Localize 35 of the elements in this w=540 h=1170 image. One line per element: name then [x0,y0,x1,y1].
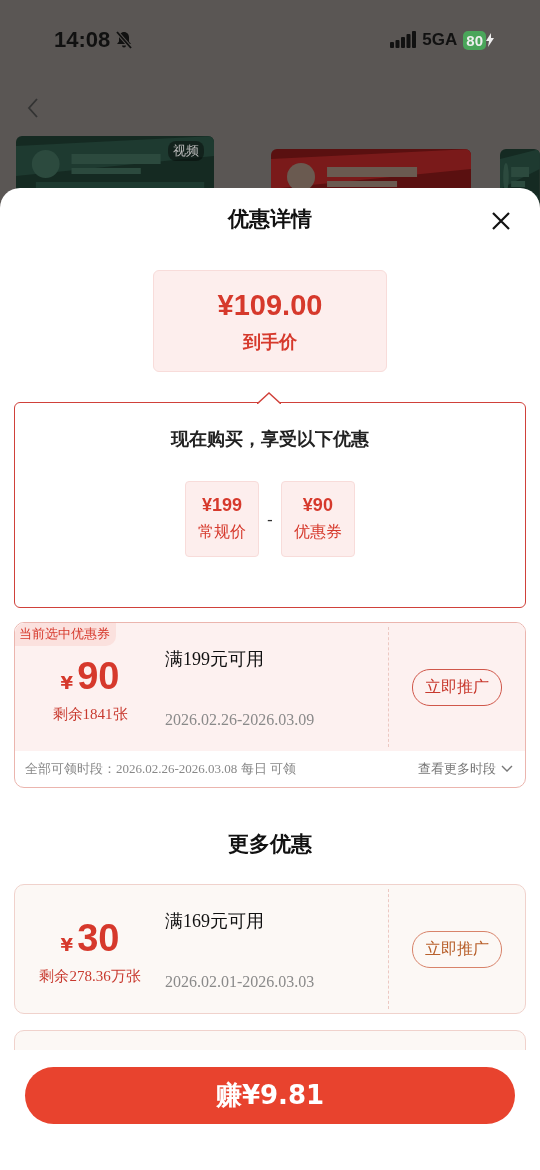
remaining-count: 剩余1841张 [52,704,128,724]
promote-button[interactable]: 立即推广 [412,668,502,706]
video-badge: 视频 [168,141,205,161]
coupon-condition: 满169元可用 [165,910,265,933]
network-label: 5GA [422,30,458,50]
chevron-down-icon [501,765,513,773]
back-icon [27,97,39,119]
minus-sign: - [267,509,273,529]
sheet-title: 优惠详情 [228,206,312,233]
final-price: ¥109.00 [217,288,323,322]
price-label: 到手价 [243,329,297,354]
battery-indicator: 80 [463,30,486,50]
clock-time: 14:08 [54,27,111,53]
signal-icon [390,31,417,49]
selected-tag: 当前选中优惠券 [15,623,116,646]
more-periods-link[interactable]: 查看更多时段 [416,758,515,780]
chip-amount: ¥90 [302,495,333,516]
remaining-count: 剩余278.36万张 [39,966,141,986]
claim-periods: 全部可领时段：2026.02.26-2026.03.08 每日 可领 [25,760,296,778]
section-title: 更多优惠 [227,831,313,858]
muted-bell-icon [114,30,135,50]
chip-label: 常规价 [198,522,247,543]
chip-label: 优惠券 [293,522,342,543]
earn-button[interactable]: 赚¥9.81 [25,1067,515,1124]
promote-button[interactable]: 立即推广 [412,930,502,968]
coupon-value: 90 [77,656,120,695]
chip-amount: ¥199 [202,495,243,516]
currency-symbol: ¥ [60,671,74,693]
coupon-condition: 满199元可用 [165,648,265,671]
validity-dates: 2026.02.01-2026.03.03 [165,973,316,991]
coupon-value: 30 [77,918,120,957]
currency-symbol: ¥ [60,933,74,955]
close-icon [491,211,511,231]
breakdown-title: 现在购买，享受以下优惠 [171,427,369,451]
validity-dates: 2026.02.26-2026.03.09 [165,711,316,729]
